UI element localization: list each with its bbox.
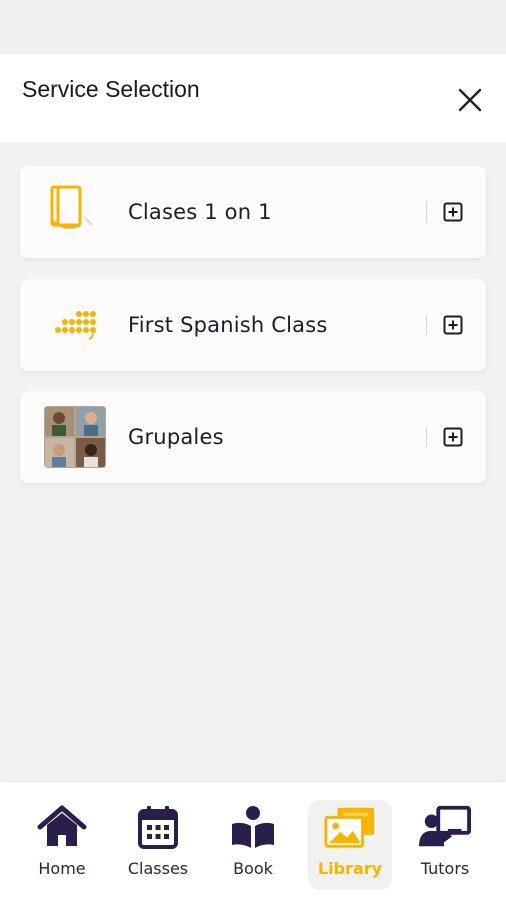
tab-home[interactable]: Home: [20, 800, 104, 890]
gallery-icon: [324, 804, 376, 850]
tab-book[interactable]: Book: [211, 800, 295, 890]
service-label: First Spanish Class: [128, 313, 328, 337]
tutor-board-icon: [419, 804, 471, 850]
dots-grid-icon: [44, 294, 106, 356]
tab-label: Classes: [127, 859, 189, 878]
service-card-grupales[interactable]: Grupales: [20, 391, 486, 483]
tab-label: Book: [233, 859, 273, 878]
tab-label: Library: [317, 859, 383, 878]
bottom-tab-bar: Home Classes Book Library Tutors: [0, 782, 506, 900]
divider: [426, 315, 427, 335]
tab-library[interactable]: Library: [308, 800, 392, 890]
header: Service Selection: [0, 54, 506, 142]
close-icon: [458, 88, 482, 112]
calendar-icon: [132, 804, 184, 850]
plus-square-icon: [443, 315, 463, 335]
divider: [426, 202, 427, 222]
service-label: Grupales: [128, 425, 224, 449]
status-bar: [0, 0, 506, 54]
tab-label: Tutors: [420, 859, 470, 878]
tab-classes[interactable]: Classes: [116, 800, 200, 890]
home-icon: [36, 804, 88, 850]
tab-tutors[interactable]: Tutors: [403, 800, 487, 890]
group-photo-thumbnail: [44, 406, 106, 468]
divider: [426, 427, 427, 447]
plus-square-icon: [443, 202, 463, 222]
add-service-button[interactable]: [443, 315, 463, 335]
book-reader-icon: [227, 804, 279, 850]
page-title: Service Selection: [22, 76, 200, 102]
service-card-first-spanish-class[interactable]: First Spanish Class: [20, 279, 486, 371]
add-service-button[interactable]: [443, 427, 463, 447]
close-button[interactable]: [452, 82, 488, 118]
service-card-clases-1-on-1[interactable]: Clases 1 on 1: [20, 166, 486, 258]
plus-square-icon: [443, 427, 463, 447]
add-service-button[interactable]: [443, 202, 463, 222]
tab-label: Home: [38, 859, 86, 878]
book-outline-icon: [44, 181, 106, 243]
service-label: Clases 1 on 1: [128, 200, 272, 224]
